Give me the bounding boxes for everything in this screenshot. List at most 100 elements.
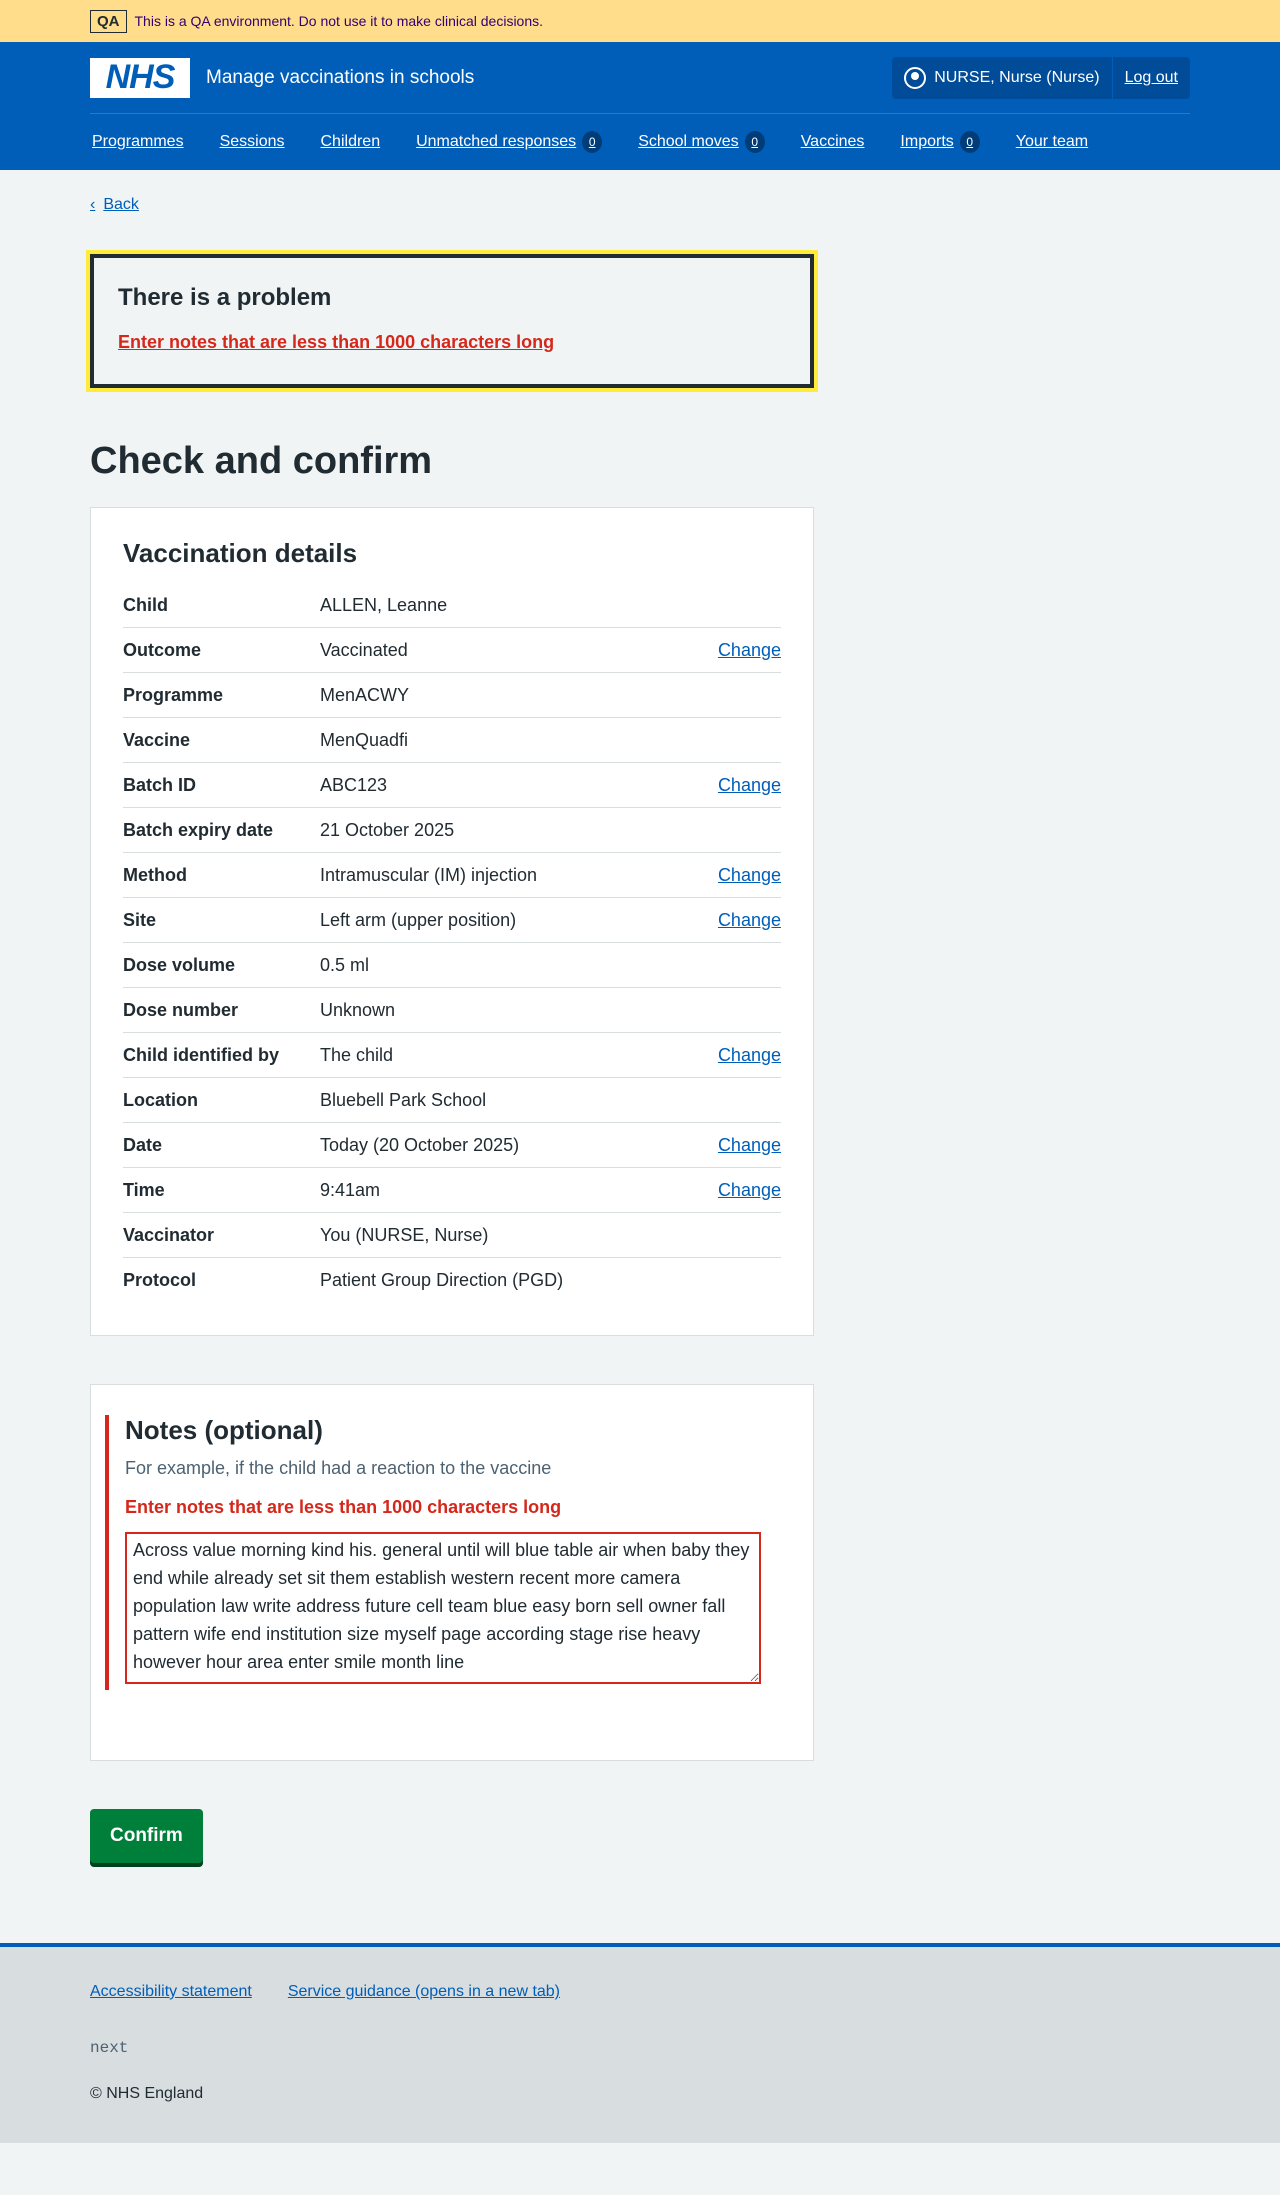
row-value: Unknown	[320, 999, 396, 1020]
row-value: MenACWY	[320, 684, 410, 705]
primary-nav: Programmes Sessions Children Unmatched resp…	[90, 114, 1190, 170]
chevron-left-icon: ‹	[90, 196, 96, 213]
row-value: 21 October 2025	[320, 819, 455, 840]
service-name: Manage vaccinations in schools	[206, 66, 475, 88]
qa-banner: QA This is a QA environment. Do not use …	[0, 0, 1280, 42]
row-value: Left arm (upper position)	[320, 909, 517, 930]
row-key: Programme	[123, 684, 224, 705]
row-value: Intramuscular (IM) injection	[320, 864, 538, 885]
summary-row: Child identified by The child Change	[123, 1033, 781, 1078]
row-value: The child	[320, 1044, 394, 1065]
row-key: Vaccine	[123, 729, 191, 750]
back-link[interactable]: ‹ Back	[90, 196, 1190, 214]
row-key: Batch ID	[123, 774, 197, 795]
notes-form-group: Notes (optional) For example, if the chi…	[105, 1415, 781, 1690]
user: NURSE, Nurse (Nurse)	[892, 56, 1113, 99]
change-link[interactable]: Change	[718, 910, 781, 931]
nav-sessions[interactable]: Sessions	[220, 133, 285, 151]
version: next	[90, 2039, 129, 2057]
notes-hint: For example, if the child had a reaction…	[125, 1458, 552, 1478]
row-value: MenQuadfi	[320, 729, 409, 750]
nav-label: Unmatched responses	[416, 133, 577, 150]
notes-textarea[interactable]: Across value morning kind his. general u…	[125, 1532, 761, 1684]
row-value: ABC123	[320, 774, 388, 795]
row-key: Dose number	[123, 999, 239, 1020]
summary-row: Protocol Patient Group Direction (PGD)	[123, 1258, 781, 1303]
confirm-button[interactable]: Confirm	[90, 1809, 203, 1863]
row-key: Batch expiry date	[123, 819, 274, 840]
count-badge: 0	[959, 131, 980, 153]
service-guidance-link[interactable]: Service guidance (opens in a new tab)	[288, 1983, 560, 2001]
summary-row: Vaccine MenQuadfi	[123, 718, 781, 763]
notes-heading: Notes (optional)	[125, 1415, 323, 1445]
row-key: Site	[123, 909, 157, 930]
summary-row: Location Bluebell Park School	[123, 1078, 781, 1123]
nhs-logo[interactable]: NHS	[90, 57, 190, 98]
summary-row: Method Intramuscular (IM) injection Change	[123, 853, 781, 898]
copyright: © NHS England	[90, 2085, 204, 2102]
logout-link[interactable]: Log out	[1113, 69, 1190, 87]
row-key: Method	[123, 864, 187, 885]
row-value: 9:41am	[320, 1179, 381, 1200]
change-link[interactable]: Change	[718, 775, 781, 796]
row-key: Date	[123, 1134, 163, 1155]
row-key: Vaccinator	[123, 1224, 215, 1245]
nav-label: Vaccines	[800, 133, 865, 150]
accessibility-link[interactable]: Accessibility statement	[90, 1983, 252, 2001]
row-value: Today (20 October 2025)	[320, 1134, 520, 1155]
user-icon	[904, 66, 927, 89]
row-key: Time	[123, 1179, 165, 1200]
row-value: Bluebell Park School	[320, 1089, 487, 1110]
back-label: Back	[103, 196, 139, 213]
nav-children[interactable]: Children	[321, 133, 381, 151]
summary-row: Site Left arm (upper position) Change	[123, 898, 781, 943]
nav-label: Programmes	[92, 133, 184, 150]
row-key: Protocol	[123, 1270, 197, 1290]
nav-your-team[interactable]: Your team	[1016, 133, 1088, 151]
page-title: Check and confirm	[90, 440, 433, 482]
nav-school-moves[interactable]: School moves 0	[638, 131, 765, 153]
nav-unmatched-responses[interactable]: Unmatched responses 0	[416, 131, 603, 153]
notes-card: Notes (optional) For example, if the chi…	[90, 1384, 814, 1761]
row-key: Dose volume	[123, 954, 236, 975]
row-value: You (NURSE, Nurse)	[320, 1224, 489, 1245]
change-link[interactable]: Change	[718, 1135, 781, 1156]
nav-imports[interactable]: Imports 0	[900, 131, 980, 153]
footer: Accessibility statement Service guidance…	[0, 1943, 1280, 2143]
card-heading: Vaccination details	[123, 538, 358, 568]
summary-row: Batch ID ABC123 Change	[123, 763, 781, 808]
error-summary-link[interactable]: Enter notes that are less than 1000 char…	[118, 332, 554, 352]
count-badge: 0	[744, 131, 765, 153]
count-badge: 0	[582, 131, 603, 153]
summary-row: Vaccinator You (NURSE, Nurse)	[123, 1213, 781, 1258]
summary-row: Dose number Unknown	[123, 988, 781, 1033]
change-link[interactable]: Change	[718, 640, 781, 661]
nav-vaccines[interactable]: Vaccines	[801, 133, 865, 151]
row-value: Vaccinated	[320, 639, 408, 660]
summary-row: Time 9:41am Change	[123, 1168, 781, 1213]
row-value: Patient Group Direction (PGD)	[320, 1270, 564, 1290]
row-value: ALLEN, Leanne	[320, 594, 448, 615]
summary-row: Dose volume 0.5 ml	[123, 943, 781, 988]
summary-row: Date Today (20 October 2025) Change	[123, 1123, 781, 1168]
row-key: Outcome	[123, 639, 202, 660]
nav-programmes[interactable]: Programmes	[92, 133, 184, 151]
row-value: 0.5 ml	[320, 954, 370, 975]
nav-label: Children	[320, 133, 381, 150]
account-menu: NURSE, Nurse (Nurse) Log out	[892, 56, 1190, 99]
notes-error: Enter notes that are less than 1000 char…	[125, 1497, 562, 1517]
change-link[interactable]: Change	[718, 1180, 781, 1201]
header: NHS Manage vaccinations in schools NURSE…	[0, 42, 1280, 170]
row-key: Child	[123, 594, 168, 615]
error-summary-title: There is a problem	[118, 284, 332, 311]
summary-row: Child ALLEN, Leanne	[123, 583, 781, 628]
change-link[interactable]: Change	[718, 865, 781, 886]
nav-label: Sessions	[219, 133, 285, 150]
vaccination-details-card: Vaccination details Child ALLEN, Leanne Ou…	[90, 507, 814, 1336]
error-summary: There is a problem Enter notes that are …	[90, 254, 814, 388]
user-name: NURSE, Nurse (Nurse)	[934, 68, 1100, 86]
change-link[interactable]: Change	[718, 1045, 781, 1066]
qa-text: This is a QA environment. Do not use it …	[134, 13, 544, 29]
row-key: Child identified by	[123, 1044, 279, 1065]
summary-row: Batch expiry date 21 October 2025	[123, 808, 781, 853]
